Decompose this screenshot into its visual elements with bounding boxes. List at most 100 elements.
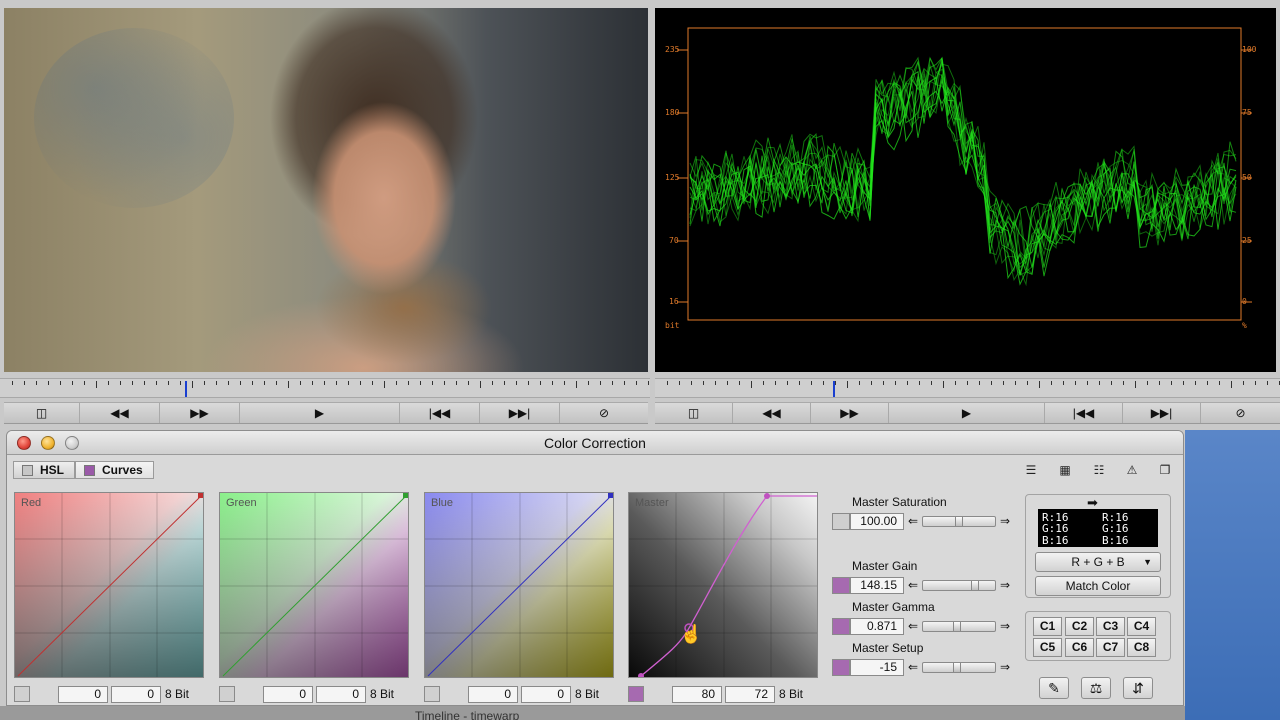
channel-swatch[interactable] [424, 686, 440, 702]
c3-button[interactable]: C3 [1096, 617, 1125, 636]
scale-unit-right: % [1242, 321, 1247, 330]
scrub-tick [799, 381, 800, 385]
scrub-tick [727, 381, 728, 385]
bit-depth-label: 8 Bit [370, 687, 395, 701]
master-setup-slider[interactable] [922, 662, 996, 673]
input-value-field[interactable]: 0 [58, 686, 108, 703]
blue-curve-panel[interactable]: Blue [424, 492, 614, 678]
rewind-icon[interactable]: ◀◀ [80, 403, 160, 423]
window-titlebar[interactable]: Color Correction [7, 431, 1183, 455]
master-gamma-field[interactable]: 0.871 [850, 618, 904, 635]
control-swatch[interactable] [832, 659, 850, 676]
decrease-arrow-icon[interactable]: ⇐ [904, 659, 922, 676]
green-curve-panel[interactable]: Green [219, 492, 409, 678]
scrub-tick [336, 381, 337, 385]
channel-select-dropdown[interactable]: R + G + B ▼ [1035, 552, 1161, 572]
input-value-field[interactable]: 0 [468, 686, 518, 703]
c6-button[interactable]: C6 [1065, 638, 1094, 657]
match-color-button[interactable]: Match Color [1035, 576, 1161, 596]
control-swatch[interactable] [832, 618, 850, 635]
increase-arrow-icon[interactable]: ⇒ [996, 618, 1014, 635]
dropdown-arrow-icon: ▼ [1143, 557, 1152, 567]
warning-icon[interactable]: ⚠ [1120, 461, 1144, 479]
increase-arrow-icon[interactable]: ⇒ [996, 513, 1014, 530]
decrease-arrow-icon[interactable]: ⇐ [904, 513, 922, 530]
previous-edit-icon[interactable]: |◀◀ [1045, 403, 1123, 423]
slider-thumb[interactable] [955, 517, 963, 526]
next-edit-icon[interactable]: ▶▶| [480, 403, 560, 423]
source-scrub-bar[interactable] [0, 378, 650, 398]
master-saturation-label: Master Saturation [852, 495, 947, 509]
rewind-icon[interactable]: ◀◀ [733, 403, 811, 423]
eyedropper-icon[interactable]: ✎ [1039, 677, 1069, 699]
output-value-field[interactable]: 0 [111, 686, 161, 703]
window-icon[interactable]: ❐ [1153, 461, 1177, 479]
c4-button[interactable]: C4 [1127, 617, 1156, 636]
increase-arrow-icon[interactable]: ⇒ [996, 659, 1014, 676]
play-icon[interactable]: ▶ [889, 403, 1045, 423]
record-scrub-bar[interactable] [655, 378, 1280, 398]
scrub-tick [192, 381, 193, 388]
scrub-tick [1099, 381, 1100, 385]
increase-arrow-icon[interactable]: ⇒ [996, 577, 1014, 594]
scrub-tick [240, 381, 241, 385]
c8-button[interactable]: C8 [1127, 638, 1156, 657]
play-icon[interactable]: ▶ [240, 403, 400, 423]
scrub-tick [456, 381, 457, 385]
scrub-tick [703, 381, 704, 385]
input-value-field[interactable]: 0 [263, 686, 313, 703]
output-value-field[interactable]: 0 [316, 686, 366, 703]
c2-button[interactable]: C2 [1065, 617, 1094, 636]
control-swatch[interactable] [832, 513, 850, 530]
slider-thumb[interactable] [971, 581, 979, 590]
master-curve-panel[interactable]: Master [628, 492, 818, 678]
c1-button[interactable]: C1 [1033, 617, 1062, 636]
master-gain-field[interactable]: 148.15 [850, 577, 904, 594]
scrub-tick [204, 381, 205, 385]
toggle-view-icon[interactable]: ◫ [4, 403, 80, 423]
auto-contrast-icon[interactable]: ⇵ [1123, 677, 1153, 699]
fast-forward-icon[interactable]: ▶▶ [160, 403, 240, 423]
c5-button[interactable]: C5 [1033, 638, 1062, 657]
c7-button[interactable]: C7 [1096, 638, 1125, 657]
scrub-tick [1147, 381, 1148, 385]
master-gamma-slider[interactable] [922, 621, 996, 632]
input-value-field[interactable]: 80 [672, 686, 722, 703]
decrease-arrow-icon[interactable]: ⇐ [904, 577, 922, 594]
scrub-tick [612, 381, 613, 385]
tab-label: Curves [102, 463, 143, 477]
master-saturation-slider[interactable] [922, 516, 996, 527]
output-value-field[interactable]: 0 [521, 686, 571, 703]
red-curve-panel[interactable]: Red [14, 492, 204, 678]
channel-swatch[interactable] [14, 686, 30, 702]
slider-thumb[interactable] [953, 622, 961, 631]
scrub-tick [444, 381, 445, 385]
stop-icon[interactable]: ⊘ [560, 403, 648, 423]
channel-swatch[interactable] [219, 686, 235, 702]
levels-icon[interactable]: ☷ [1087, 461, 1111, 479]
master-gain-slider[interactable] [922, 580, 996, 591]
source-position-indicator[interactable] [185, 381, 187, 397]
fast-forward-icon[interactable]: ▶▶ [811, 403, 889, 423]
auto-balance-icon[interactable]: ⚖ [1081, 677, 1111, 699]
scrub-tick [564, 381, 565, 385]
color-swatch-icon[interactable]: ▦ [1053, 461, 1077, 479]
output-value-field[interactable]: 72 [725, 686, 775, 703]
scrub-tick [1075, 381, 1076, 385]
master-saturation-field[interactable]: 100.00 [850, 513, 904, 530]
stop-icon[interactable]: ⊘ [1201, 403, 1280, 423]
timeline-window-strip [0, 706, 1185, 720]
tab-hsl[interactable]: HSL [13, 461, 75, 479]
decrease-arrow-icon[interactable]: ⇐ [904, 618, 922, 635]
scrub-tick [883, 381, 884, 385]
toggle-view-icon[interactable]: ◫ [655, 403, 733, 423]
channel-swatch[interactable] [628, 686, 644, 702]
tab-curves[interactable]: Curves [75, 461, 154, 479]
next-edit-icon[interactable]: ▶▶| [1123, 403, 1201, 423]
sliders-icon[interactable]: ☰ [1019, 461, 1043, 479]
scrub-tick [132, 381, 133, 385]
control-swatch[interactable] [832, 577, 850, 594]
master-setup-field[interactable]: -15 [850, 659, 904, 676]
previous-edit-icon[interactable]: |◀◀ [400, 403, 480, 423]
slider-thumb[interactable] [953, 663, 961, 672]
